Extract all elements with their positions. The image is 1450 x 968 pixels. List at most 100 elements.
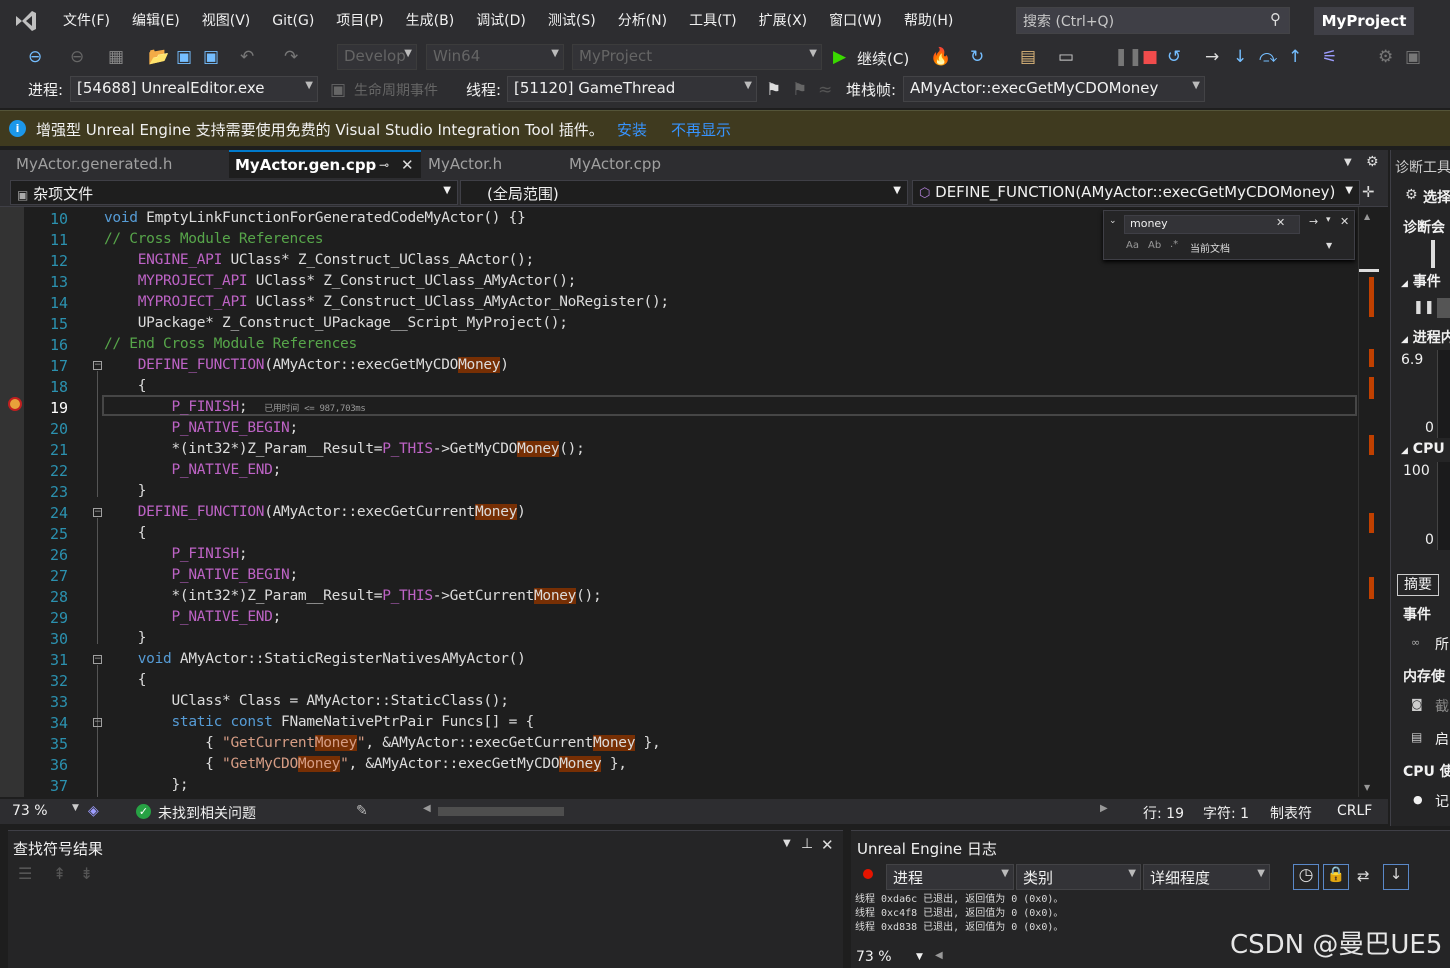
menu-item[interactable]: 扩展(X) bbox=[748, 0, 819, 42]
enable-heap-button[interactable]: 启 bbox=[1435, 729, 1449, 749]
close-icon[interactable]: ✕ bbox=[401, 152, 414, 178]
fold-toggle-icon[interactable]: − bbox=[93, 508, 102, 517]
select-tools-button[interactable]: 选择 bbox=[1423, 187, 1450, 207]
glyph-margin[interactable] bbox=[0, 207, 24, 797]
whole-word-icon[interactable]: Ab bbox=[1148, 240, 1161, 251]
code-line[interactable]: { bbox=[104, 378, 147, 394]
step-into-icon[interactable]: ↓ bbox=[1233, 42, 1247, 72]
code-line[interactable]: { bbox=[104, 672, 147, 688]
copilot-icon[interactable]: ◈ bbox=[88, 803, 99, 819]
scroll-left-icon[interactable]: ◀ bbox=[935, 950, 943, 961]
threads-icon[interactable]: ⚙ bbox=[1378, 42, 1393, 72]
expand-replace-icon[interactable]: ⌄ bbox=[1109, 216, 1117, 226]
screen-icon[interactable]: ▭ bbox=[1058, 42, 1074, 72]
code-line[interactable]: } bbox=[104, 630, 147, 646]
settings-gear-icon[interactable]: ⚙ bbox=[1366, 154, 1379, 170]
split-window-icon[interactable]: ✛ bbox=[1362, 183, 1375, 201]
breakpoint-current-statement-icon[interactable] bbox=[8, 397, 22, 411]
process-filter-select[interactable]: 进程 ▼ bbox=[886, 864, 1014, 890]
code-line[interactable]: void AMyActor::StaticRegisterNativesAMyA… bbox=[104, 651, 526, 667]
gear-icon[interactable]: ⚙ bbox=[1405, 187, 1418, 203]
code-line[interactable]: P_NATIVE_BEGIN; bbox=[104, 420, 298, 436]
undo-icon[interactable]: ↶ bbox=[240, 42, 254, 72]
category-filter-select[interactable]: 类别 ▼ bbox=[1016, 864, 1141, 890]
menu-item[interactable]: 视图(V) bbox=[191, 0, 262, 42]
dont-show-again-link[interactable]: 不再显示 bbox=[671, 119, 731, 140]
chevron-down-icon[interactable]: ▼ bbox=[916, 952, 923, 962]
issues-status[interactable]: 未找到相关问题 bbox=[158, 803, 256, 823]
horizontal-scroll-thumb[interactable] bbox=[438, 807, 564, 816]
hot-reload-icon[interactable]: 🔥 bbox=[930, 42, 951, 72]
clear-search-icon[interactable]: ✕ bbox=[1276, 216, 1285, 229]
new-project-icon[interactable]: ▦ bbox=[108, 42, 124, 72]
scroll-down-icon[interactable]: ▼ bbox=[1364, 783, 1370, 792]
redo-icon[interactable]: ↷ bbox=[284, 42, 298, 72]
char-indicator[interactable]: 字符: 1 bbox=[1203, 803, 1249, 823]
code-line[interactable]: P_NATIVE_END; bbox=[104, 609, 281, 625]
save-icon[interactable]: ▣ bbox=[176, 42, 192, 72]
code-line[interactable]: void EmptyLinkFunctionForGeneratedCodeMy… bbox=[104, 210, 526, 226]
menu-item[interactable]: 测试(S) bbox=[537, 0, 607, 42]
folder-icon[interactable]: ▤ bbox=[1020, 42, 1036, 72]
find-scope[interactable]: 当前文档 bbox=[1190, 240, 1230, 255]
chevron-down-icon[interactable]: ▼ bbox=[1326, 241, 1332, 250]
code-line[interactable]: DEFINE_FUNCTION(AMyActor::execGetCurrent… bbox=[104, 504, 526, 520]
list-icon[interactable]: ☰ bbox=[18, 864, 32, 883]
menu-item[interactable]: 生成(B) bbox=[395, 0, 466, 42]
pause-icon[interactable]: ❚❚ bbox=[1114, 42, 1143, 72]
close-icon[interactable]: ✕ bbox=[821, 836, 834, 854]
menu-item[interactable]: 帮助(H) bbox=[893, 0, 964, 42]
startup-project-select[interactable]: MyProject ▼ bbox=[572, 44, 822, 70]
indent-mode[interactable]: 制表符 bbox=[1270, 803, 1312, 823]
continue-play-icon[interactable]: ▶ bbox=[833, 42, 846, 72]
wrap-icon[interactable]: ⇄ bbox=[1357, 867, 1370, 885]
log-zoom-level[interactable]: 73 % bbox=[856, 949, 892, 965]
project-dropdown[interactable]: ▣ 杂项文件 ▼ bbox=[10, 180, 458, 205]
close-find-icon[interactable]: ✕ bbox=[1340, 215, 1349, 228]
show-next-statement-icon[interactable]: → bbox=[1205, 42, 1219, 72]
fold-toggle-icon[interactable]: − bbox=[93, 655, 102, 664]
timestamp-toggle-icon[interactable]: ◷ bbox=[1293, 864, 1319, 890]
project-name-badge[interactable]: MyProject bbox=[1314, 7, 1414, 35]
process-memory-section[interactable]: ◢ 进程内 bbox=[1401, 327, 1450, 347]
code-cleanup-brush-icon[interactable]: ✎ bbox=[356, 803, 368, 819]
menu-item[interactable]: 编辑(E) bbox=[121, 0, 191, 42]
scroll-up-icon[interactable]: ▲ bbox=[1364, 212, 1370, 221]
menu-item[interactable]: 调试(D) bbox=[465, 0, 537, 42]
refresh-icon[interactable]: ↻ bbox=[970, 42, 984, 72]
forward-icon[interactable]: ⊖ bbox=[70, 42, 84, 72]
tab-myactor-generated-h[interactable]: MyActor.generated.h bbox=[10, 150, 228, 178]
scope-dropdown[interactable]: (全局范围) ▼ bbox=[460, 180, 908, 205]
member-dropdown[interactable]: ⬡ DEFINE_FUNCTION(AMyActor::execGetMyCDO… bbox=[912, 180, 1360, 205]
scroll-right-icon[interactable]: ▶ bbox=[1100, 803, 1108, 814]
menu-item[interactable]: Git(G) bbox=[261, 0, 325, 42]
flag-icon[interactable]: ⚑ bbox=[766, 75, 781, 105]
prev-result-icon[interactable]: ⇞ bbox=[53, 864, 66, 883]
tab-myactor-gen-cpp[interactable]: MyActor.gen.cpp ⊸ ✕ bbox=[229, 150, 421, 178]
code-line[interactable]: ENGINE_API UClass* Z_Construct_UClass_AA… bbox=[104, 252, 535, 268]
code-line[interactable]: // Cross Module References bbox=[104, 231, 323, 247]
step-out-icon[interactable]: ↑ bbox=[1288, 42, 1302, 72]
show-all-events-link[interactable]: 所 bbox=[1435, 634, 1449, 654]
events-section[interactable]: ◢ 事件 bbox=[1401, 271, 1441, 291]
code-line[interactable]: }; bbox=[104, 777, 188, 793]
tab-myactor-h[interactable]: MyActor.h bbox=[422, 150, 562, 178]
tab-list-chevron-icon[interactable]: ▼ bbox=[1344, 157, 1352, 168]
fold-toggle-icon[interactable]: − bbox=[93, 718, 102, 727]
code-line[interactable]: { bbox=[104, 525, 147, 541]
lock-icon[interactable]: 🔒 bbox=[1323, 864, 1349, 890]
external-code-icon[interactable]: ≈ bbox=[818, 75, 832, 105]
open-file-icon[interactable]: 📂 bbox=[148, 42, 169, 72]
restart-icon[interactable]: ↺ bbox=[1167, 42, 1181, 72]
take-snapshot-button[interactable]: 截 bbox=[1435, 696, 1449, 716]
code-line[interactable]: UClass* Class = AMyActor::StaticClass(); bbox=[104, 693, 509, 709]
code-line[interactable]: P_NATIVE_END; bbox=[104, 462, 281, 478]
fold-toggle-icon[interactable]: − bbox=[93, 361, 102, 370]
menu-item[interactable]: 工具(T) bbox=[678, 0, 747, 42]
pin-icon[interactable]: ⊸ bbox=[379, 152, 389, 178]
tab-summary[interactable]: 摘要 bbox=[1397, 574, 1439, 596]
next-result-icon[interactable]: ⇟ bbox=[80, 864, 93, 883]
install-link[interactable]: 安装 bbox=[617, 119, 647, 140]
find-options-icon[interactable]: ▾ bbox=[1326, 215, 1331, 225]
platform-select[interactable]: Win64 ▼ bbox=[426, 44, 564, 70]
